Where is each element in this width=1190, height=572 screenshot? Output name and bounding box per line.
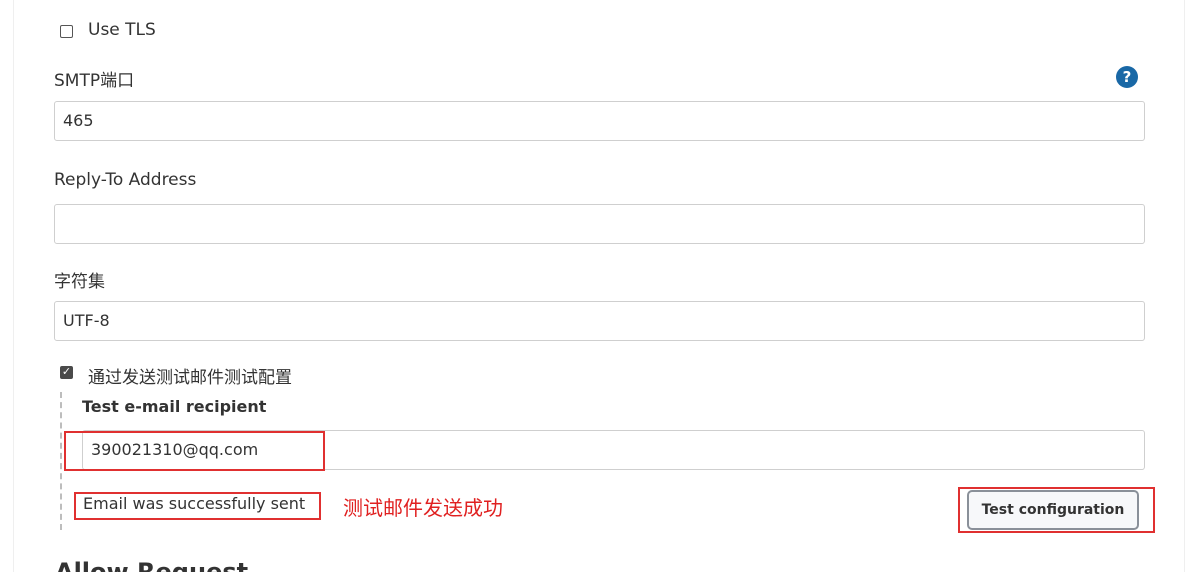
smtp-port-input[interactable]: 465 <box>54 101 1145 141</box>
test-config-checkbox[interactable]: ✓ <box>60 366 73 379</box>
recipient-highlight-box <box>64 431 325 471</box>
test-config-checkbox-label: 通过发送测试邮件测试配置 <box>88 368 292 388</box>
test-recipient-label: Test e-mail recipient <box>82 397 267 416</box>
question-circle-icon[interactable]: ? <box>1116 66 1138 88</box>
charset-label: 字符集 <box>54 272 105 292</box>
nested-section-border <box>60 392 62 530</box>
status-highlight-box <box>74 492 321 520</box>
use-tls-label: Use TLS <box>88 20 156 40</box>
button-highlight-box <box>958 487 1155 533</box>
reply-to-label: Reply-To Address <box>54 170 197 190</box>
charset-input[interactable]: UTF-8 <box>54 301 1145 341</box>
reply-to-input[interactable] <box>54 204 1145 244</box>
next-section-title: Allow Request <box>55 558 249 572</box>
page: Use TLS SMTP端口 ? 465 Reply-To Address 字符… <box>0 0 1190 572</box>
use-tls-checkbox[interactable] <box>60 25 73 38</box>
success-annotation: 测试邮件发送成功 <box>343 496 503 520</box>
smtp-port-label: SMTP端口 <box>54 71 135 91</box>
